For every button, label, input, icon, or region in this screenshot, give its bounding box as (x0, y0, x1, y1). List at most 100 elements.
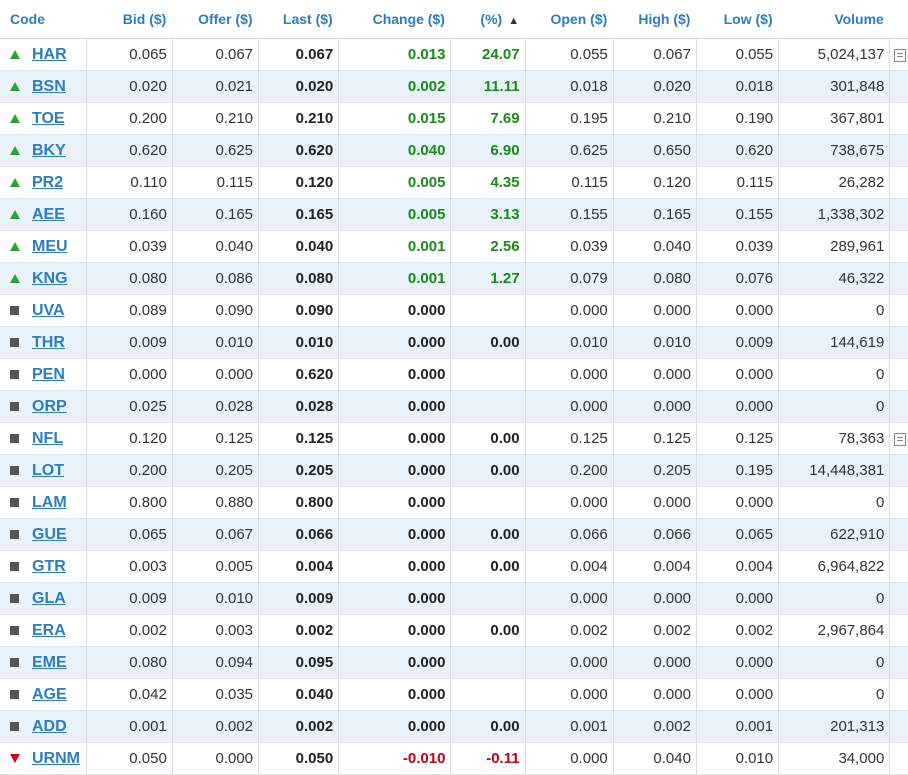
cell-change: -0.010 (338, 742, 452, 775)
cell-announcement (889, 614, 908, 647)
cell-bid: 0.080 (86, 262, 173, 295)
cell-last: 0.620 (258, 358, 340, 391)
stock-code-link[interactable]: PEN (32, 366, 65, 383)
header-pct[interactable]: (%) ▲ (450, 0, 526, 39)
table-row: LAM 0.800 0.880 0.800 0.000 0.000 0.000 0.000 0 (0, 486, 908, 519)
stock-code-link[interactable]: ADD (32, 718, 67, 735)
cell-volume: 0 (778, 582, 891, 615)
stock-code-link[interactable]: TOE (32, 110, 65, 127)
stock-code-link[interactable]: GLA (32, 590, 66, 607)
cell-offer: 0.005 (172, 550, 260, 583)
header-change[interactable]: Change ($) (338, 0, 451, 39)
cell-offer: 0.625 (172, 134, 260, 167)
cell-high: 0.040 (613, 742, 697, 775)
cell-bid: 0.042 (86, 678, 173, 711)
stock-code-link[interactable]: GTR (32, 558, 66, 575)
stock-code-link[interactable]: ORP (32, 398, 67, 415)
cell-bid: 0.050 (86, 742, 173, 775)
cell-offer: 0.067 (172, 38, 260, 71)
table-row: AEE 0.160 0.165 0.165 0.005 3.13 0.155 0.165 0.1… (0, 198, 908, 231)
cell-open: 0.195 (525, 102, 614, 135)
cell-open: 0.200 (525, 454, 614, 487)
stock-code-link[interactable]: NFL (32, 430, 63, 447)
cell-offer: 0.090 (172, 294, 260, 327)
stock-code-link[interactable]: PR2 (32, 174, 63, 191)
header-offer[interactable]: Offer ($) (172, 0, 259, 39)
header-code[interactable]: Code (0, 0, 87, 39)
cell-volume: 78,363 (778, 422, 891, 455)
stock-code-link[interactable]: LAM (32, 494, 67, 511)
cell-offer: 0.165 (172, 198, 260, 231)
cell-open: 0.155 (525, 198, 614, 231)
stock-code-link[interactable]: AGE (32, 686, 67, 703)
cell-high: 0.004 (613, 550, 697, 583)
cell-code: GLA (0, 582, 87, 615)
cell-code: UVA (0, 294, 87, 327)
cell-change: 0.000 (338, 710, 452, 743)
header-low[interactable]: Low ($) (696, 0, 779, 39)
cell-pct: 24.07 (450, 38, 526, 71)
cell-change: 0.015 (338, 102, 452, 135)
announcement-icon[interactable] (894, 432, 907, 446)
cell-low: 0.115 (696, 166, 780, 199)
cell-code: THR (0, 326, 87, 359)
cell-change: 0.000 (338, 614, 452, 647)
cell-last: 0.095 (258, 646, 340, 679)
table-row: BSN 0.020 0.021 0.020 0.002 11.11 0.018 0.020 0.… (0, 70, 908, 103)
header-open[interactable]: Open ($) (525, 0, 614, 39)
header-last[interactable]: Last ($) (258, 0, 339, 39)
no-change-square-icon (10, 462, 26, 479)
cell-high: 0.000 (613, 358, 697, 391)
stock-code-link[interactable]: AEE (32, 206, 65, 223)
cell-announcement (889, 646, 908, 679)
cell-announcement (889, 38, 908, 71)
stock-code-link[interactable]: GUE (32, 526, 67, 543)
cell-high: 0.010 (613, 326, 697, 359)
cell-code: KNG (0, 262, 87, 295)
cell-announcement (889, 518, 908, 551)
cell-high: 0.067 (613, 38, 697, 71)
announcement-icon[interactable] (894, 48, 907, 62)
cell-code: AEE (0, 198, 87, 231)
stock-code-link[interactable]: THR (32, 334, 65, 351)
cell-bid: 0.089 (86, 294, 173, 327)
stock-code-link[interactable]: BKY (32, 142, 66, 159)
cell-pct: 0.00 (450, 454, 526, 487)
table-row: GLA 0.009 0.010 0.009 0.000 0.000 0.000 0.000 0 (0, 582, 908, 615)
cell-open: 0.079 (525, 262, 614, 295)
table-row: AGE 0.042 0.035 0.040 0.000 0.000 0.000 0.000 0 (0, 678, 908, 711)
cell-low: 0.000 (696, 294, 780, 327)
cell-change: 0.000 (338, 678, 452, 711)
header-high[interactable]: High ($) (613, 0, 697, 39)
stock-code-link[interactable]: MEU (32, 238, 68, 255)
table-row: URNM 0.050 0.000 0.050 -0.010 -0.11 0.000 0.040… (0, 742, 908, 775)
cell-last: 0.002 (258, 614, 340, 647)
cell-pct (450, 390, 526, 423)
cell-bid: 0.110 (86, 166, 173, 199)
cell-volume: 622,910 (778, 518, 891, 551)
cell-open: 0.625 (525, 134, 614, 167)
header-bid[interactable]: Bid ($) (86, 0, 173, 39)
stock-code-link[interactable]: BSN (32, 78, 66, 95)
up-arrow-icon (10, 78, 26, 95)
stock-code-link[interactable]: UVA (32, 302, 65, 319)
header-volume[interactable]: Volume (778, 0, 890, 39)
cell-offer: 0.115 (172, 166, 260, 199)
stock-code-link[interactable]: URNM (32, 750, 80, 767)
stock-code-link[interactable]: HAR (32, 46, 67, 63)
stock-code-link[interactable]: KNG (32, 270, 68, 287)
stock-code-link[interactable]: EME (32, 654, 67, 671)
cell-last: 0.067 (258, 38, 340, 71)
cell-high: 0.000 (613, 294, 697, 327)
cell-open: 0.000 (525, 646, 614, 679)
stock-code-link[interactable]: ERA (32, 622, 66, 639)
cell-bid: 0.001 (86, 710, 173, 743)
stock-code-link[interactable]: LOT (32, 462, 64, 479)
cell-pct: 0.00 (450, 614, 526, 647)
table-row: PR2 0.110 0.115 0.120 0.005 4.35 0.115 0.120 0.1… (0, 166, 908, 199)
cell-last: 0.040 (258, 230, 340, 263)
cell-offer: 0.125 (172, 422, 260, 455)
cell-code: LOT (0, 454, 87, 487)
table-row: LOT 0.200 0.205 0.205 0.000 0.00 0.200 0.205 0.1… (0, 454, 908, 487)
down-arrow-icon (10, 750, 26, 767)
